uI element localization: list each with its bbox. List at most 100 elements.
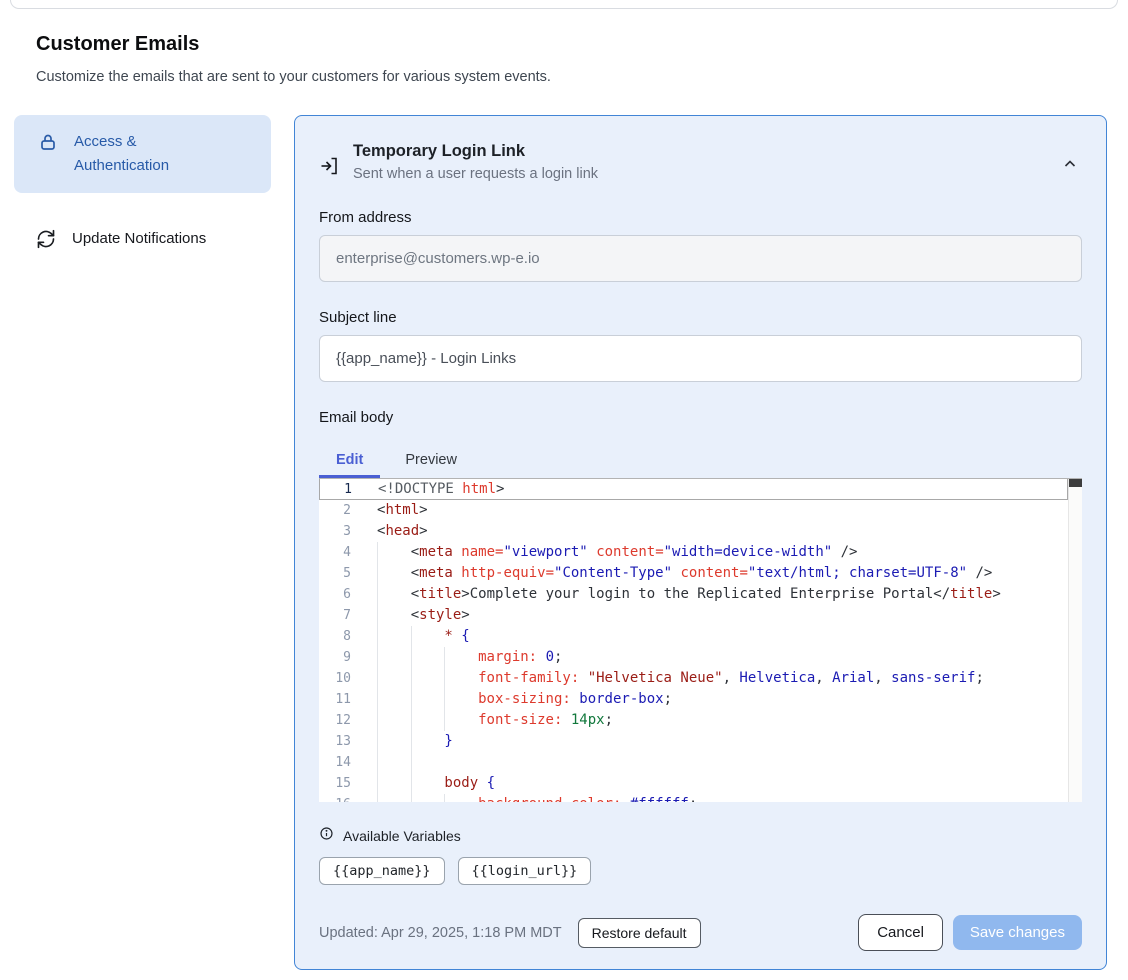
restore-default-button[interactable]: Restore default: [578, 918, 701, 948]
code-line-content: <meta name="viewport" content="width=dev…: [351, 542, 858, 563]
email-body-label: Email body: [319, 409, 1082, 426]
code-line-content: box-sizing: border-box;: [351, 689, 672, 710]
variable-chip[interactable]: {{login_url}}: [458, 857, 592, 885]
subject-line-input[interactable]: [319, 335, 1082, 382]
panel-header: Temporary Login Link Sent when a user re…: [319, 142, 1082, 182]
line-number: 1: [320, 479, 352, 499]
indent-guide: [377, 563, 411, 584]
line-number: 2: [319, 500, 351, 521]
indent-guide: [411, 668, 445, 689]
code-editor[interactable]: 1<!DOCTYPE html>2<html>3<head>4<meta nam…: [319, 478, 1082, 802]
line-number: 8: [319, 626, 351, 647]
code-line-content: <!DOCTYPE html>: [352, 479, 504, 499]
code-line: 14: [319, 752, 1068, 773]
email-types-sidebar: Access & Authentication Update Notificati…: [14, 115, 271, 259]
email-body-tabs: EditPreview: [319, 443, 1082, 478]
code-line: 13}: [319, 731, 1068, 752]
code-line: 12font-size: 14px;: [319, 710, 1068, 731]
indent-guide: [377, 647, 411, 668]
code-line-content: font-size: 14px;: [351, 710, 613, 731]
tab-edit[interactable]: Edit: [319, 443, 380, 478]
sidebar-item-access-authentication[interactable]: Access & Authentication: [14, 115, 271, 193]
indent-guide: [411, 689, 445, 710]
indent-guide: [444, 689, 478, 710]
code-line-content: <title>Complete your login to the Replic…: [351, 584, 1001, 605]
subject-line-label: Subject line: [319, 309, 1082, 326]
code-line-content: [351, 752, 444, 773]
code-line-content: <meta http-equiv="Content-Type" content=…: [351, 563, 992, 584]
indent-guide: [444, 794, 478, 802]
save-changes-button[interactable]: Save changes: [953, 915, 1082, 950]
indent-guide: [411, 752, 445, 773]
indent-guide: [411, 773, 445, 794]
code-line: 5<meta http-equiv="Content-Type" content…: [319, 563, 1068, 584]
code-editor-lines: 1<!DOCTYPE html>2<html>3<head>4<meta nam…: [319, 479, 1068, 802]
line-number: 15: [319, 773, 351, 794]
indent-guide: [377, 710, 411, 731]
indent-guide: [377, 605, 411, 626]
code-line: 10font-family: "Helvetica Neue", Helveti…: [319, 668, 1068, 689]
refresh-icon: [36, 229, 56, 249]
temporary-login-link-panel: Temporary Login Link Sent when a user re…: [294, 115, 1107, 970]
indent-guide: [377, 626, 411, 647]
indent-guide: [411, 647, 445, 668]
panel-footer: Updated: Apr 29, 2025, 1:18 PM MDT Resto…: [319, 914, 1082, 951]
from-address-input[interactable]: [319, 235, 1082, 282]
line-number: 10: [319, 668, 351, 689]
page-subtitle: Customize the emails that are sent to yo…: [36, 69, 1128, 85]
indent-guide: [377, 752, 411, 773]
code-line-content: }: [351, 731, 453, 752]
indent-guide: [444, 647, 478, 668]
code-line-content: <head>: [351, 521, 428, 542]
collapse-panel-button[interactable]: [1058, 152, 1082, 179]
indent-guide: [411, 731, 445, 752]
indent-guide: [377, 773, 411, 794]
code-line: 8* {: [319, 626, 1068, 647]
cancel-button[interactable]: Cancel: [858, 914, 943, 951]
indent-guide: [444, 668, 478, 689]
line-number: 11: [319, 689, 351, 710]
code-line: 9margin: 0;: [319, 647, 1068, 668]
indent-guide: [444, 710, 478, 731]
sidebar-item-update-notifications[interactable]: Update Notifications: [14, 219, 271, 259]
variable-chip[interactable]: {{app_name}}: [319, 857, 445, 885]
indent-guide: [411, 710, 445, 731]
indent-guide: [411, 626, 445, 647]
indent-guide: [377, 731, 411, 752]
line-number: 7: [319, 605, 351, 626]
previous-card-bottom-edge: [10, 0, 1118, 9]
sidebar-item-label: Access & Authentication: [74, 130, 224, 178]
tab-preview[interactable]: Preview: [388, 443, 474, 478]
indent-guide: [411, 794, 445, 802]
variable-chips: {{app_name}} {{login_url}}: [319, 857, 1082, 885]
code-line-content: body {: [351, 773, 495, 794]
chevron-up-icon: [1062, 156, 1078, 175]
code-line: 16background-color: #ffffff;: [319, 794, 1068, 802]
code-line-content: font-family: "Helvetica Neue", Helvetica…: [351, 668, 984, 689]
code-line: 2<html>: [319, 500, 1068, 521]
indent-guide: [377, 542, 411, 563]
line-number: 9: [319, 647, 351, 668]
editor-scrollbar[interactable]: [1068, 479, 1082, 802]
info-icon: [319, 826, 334, 846]
customer-emails-content: Access & Authentication Update Notificati…: [14, 115, 1107, 970]
from-address-label: From address: [319, 209, 1082, 226]
code-line: 15body {: [319, 773, 1068, 794]
login-link-icon: [319, 156, 339, 176]
page-title: Customer Emails: [36, 33, 1128, 56]
panel-title: Temporary Login Link: [353, 142, 598, 161]
indent-guide: [377, 689, 411, 710]
code-line-content: * {: [351, 626, 470, 647]
line-number: 13: [319, 731, 351, 752]
code-line: 1<!DOCTYPE html>: [319, 479, 1068, 500]
sidebar-item-label: Update Notifications: [72, 227, 206, 251]
lock-icon: [38, 132, 58, 152]
updated-timestamp: Updated: Apr 29, 2025, 1:18 PM MDT: [319, 925, 562, 941]
panel-subtitle: Sent when a user requests a login link: [353, 166, 598, 182]
indent-guide: [377, 794, 411, 802]
code-line: 3<head>: [319, 521, 1068, 542]
line-number: 16: [319, 794, 351, 802]
code-line-content: <style>: [351, 605, 470, 626]
line-number: 14: [319, 752, 351, 773]
editor-scrollbar-thumb[interactable]: [1069, 479, 1082, 487]
